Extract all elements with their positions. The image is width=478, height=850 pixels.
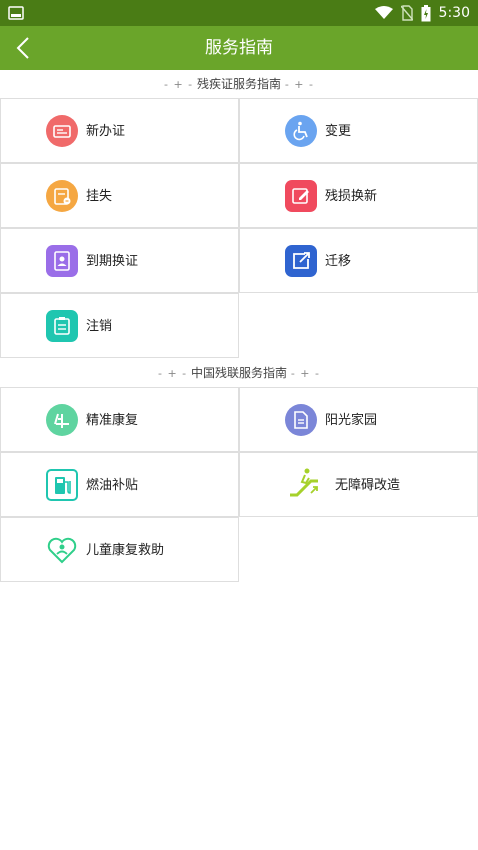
disability-card-grid: 新办证 变更 挂失 残损换新 到期换证 迁移 注销 — [0, 98, 478, 358]
grid-item-label: 到期换证 — [86, 254, 139, 269]
lost-card-icon — [46, 180, 78, 212]
grid-item-label: 阳光家园 — [325, 413, 378, 428]
section-heading-cdpf: - + - 中国残联服务指南 - + - — [158, 366, 320, 380]
wheelchair-icon — [285, 115, 317, 147]
section-heading-label: 中国残联服务指南 — [190, 366, 287, 380]
grid-item-label: 迁移 — [325, 254, 352, 269]
grid-item-damaged-replace[interactable]: 残损换新 — [239, 163, 478, 228]
grid-item-label: 注销 — [86, 319, 113, 334]
rehab-icon — [46, 404, 78, 436]
grid-item-transfer[interactable]: 迁移 — [239, 228, 478, 293]
child-heart-icon — [47, 537, 77, 564]
grid-item-cancel[interactable]: 注销 — [0, 293, 239, 358]
grid-item-new-card[interactable]: 新办证 — [0, 98, 239, 163]
grid-item-child-rehab-aid[interactable]: 儿童康复救助 — [0, 517, 239, 582]
grid-item-expiry-renew[interactable]: 到期换证 — [0, 228, 239, 293]
image-notification-icon — [8, 6, 24, 20]
grid-item-label: 变更 — [325, 124, 352, 139]
grid-item-label: 燃油补贴 — [86, 478, 139, 493]
grid-item-sunshine-home[interactable]: 阳光家园 — [239, 387, 478, 452]
grid-item-label: 精准康复 — [86, 413, 139, 428]
section-heading-label: 残疾证服务指南 — [196, 77, 281, 91]
grid-item-label: 新办证 — [86, 124, 126, 139]
page-title: 服务指南 — [205, 38, 273, 58]
section-heading-disability-card: - + - 残疾证服务指南 - + - — [164, 77, 314, 91]
title-bar: 服务指南 — [0, 26, 478, 70]
no-sim-icon — [400, 5, 413, 21]
id-card-icon — [46, 115, 78, 147]
contact-card-icon — [46, 245, 78, 277]
battery-icon — [421, 4, 431, 21]
wifi-icon — [374, 6, 393, 19]
fuel-pump-icon — [46, 469, 78, 501]
grid-item-change[interactable]: 变更 — [239, 98, 478, 163]
export-icon — [285, 245, 317, 277]
grid-item-label: 挂失 — [86, 189, 113, 204]
grid-item-label: 儿童康复救助 — [86, 543, 165, 558]
escalator-icon — [290, 468, 318, 497]
document-icon — [285, 404, 317, 436]
status-bar: 5:30 — [0, 0, 478, 26]
grid-item-label: 无障碍改造 — [335, 478, 401, 493]
grid-item-label: 残损换新 — [325, 189, 378, 204]
status-time: 5:30 — [438, 5, 470, 21]
grid-item-report-lost[interactable]: 挂失 — [0, 163, 239, 228]
grid-item-precise-rehab[interactable]: 精准康复 — [0, 387, 239, 452]
edit-card-icon — [285, 180, 317, 212]
grid-item-fuel-subsidy[interactable]: 燃油补贴 — [0, 452, 239, 517]
cdpf-service-grid: 精准康复 阳光家园 燃油补贴 无障碍改造 儿童康复救助 — [0, 387, 478, 582]
cancel-doc-icon — [46, 310, 78, 342]
grid-item-barrier-free[interactable]: 无障碍改造 — [239, 452, 478, 517]
